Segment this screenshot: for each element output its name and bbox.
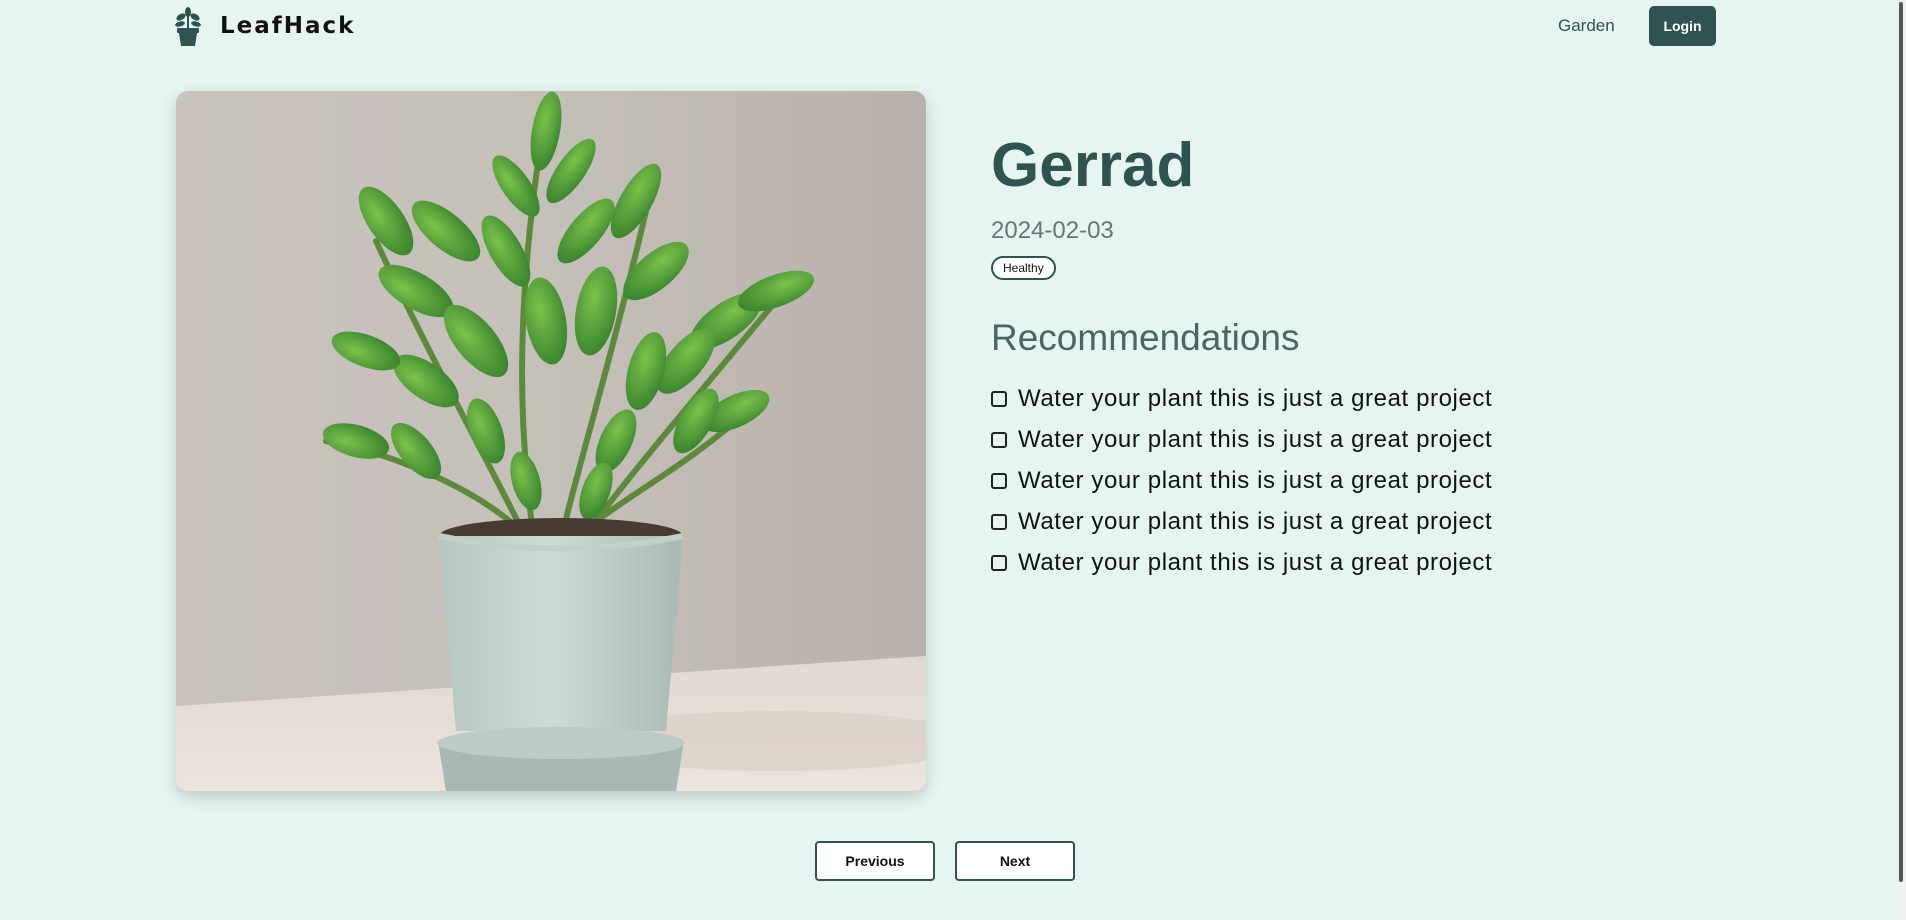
recommendation-text: Water your plant this is just a great pr… xyxy=(1018,548,1493,576)
recommendation-checkbox[interactable] xyxy=(991,431,1007,448)
brand-name: LeafHack xyxy=(220,13,356,39)
scrollbar-thumb[interactable] xyxy=(1899,2,1903,882)
recommendation-checkbox[interactable] xyxy=(991,513,1007,530)
vertical-scrollbar[interactable] xyxy=(1898,0,1906,920)
list-item: Water your plant this is just a great pr… xyxy=(991,501,1811,542)
recommendations-list: Water your plant this is just a great pr… xyxy=(991,378,1811,583)
nav-link-garden[interactable]: Garden xyxy=(1558,16,1615,36)
recommendation-text: Water your plant this is just a great pr… xyxy=(1018,425,1493,453)
recommendation-text: Water your plant this is just a great pr… xyxy=(1018,466,1493,494)
plant-photo xyxy=(176,91,926,791)
list-item: Water your plant this is just a great pr… xyxy=(991,419,1811,460)
plant-photo-illustration xyxy=(176,91,926,791)
recommendations-heading: Recommendations xyxy=(991,317,1300,358)
pagination: Previous Next xyxy=(815,841,1075,881)
login-button[interactable]: Login xyxy=(1649,6,1716,46)
recommendation-checkbox[interactable] xyxy=(991,390,1007,407)
recommendation-text: Water your plant this is just a great pr… xyxy=(1018,384,1493,412)
next-button[interactable]: Next xyxy=(955,841,1075,881)
previous-button[interactable]: Previous xyxy=(815,841,935,881)
brand-logo[interactable]: LeafHack xyxy=(172,6,355,46)
recommendation-checkbox[interactable] xyxy=(991,554,1007,571)
top-nav: LeafHack Garden Login xyxy=(0,0,1906,60)
list-item: Water your plant this is just a great pr… xyxy=(991,378,1811,419)
list-item: Water your plant this is just a great pr… xyxy=(991,542,1811,583)
plant-name: Gerrad xyxy=(991,131,1195,200)
status-badge: Healthy xyxy=(991,256,1056,280)
recommendation-checkbox[interactable] xyxy=(991,472,1007,489)
list-item: Water your plant this is just a great pr… xyxy=(991,460,1811,501)
plant-date: 2024-02-03 xyxy=(991,217,1114,244)
recommendation-text: Water your plant this is just a great pr… xyxy=(1018,507,1493,535)
potted-plant-icon xyxy=(175,7,201,46)
plant-details: Gerrad 2024-02-03 Healthy Recommendation… xyxy=(991,130,1811,583)
